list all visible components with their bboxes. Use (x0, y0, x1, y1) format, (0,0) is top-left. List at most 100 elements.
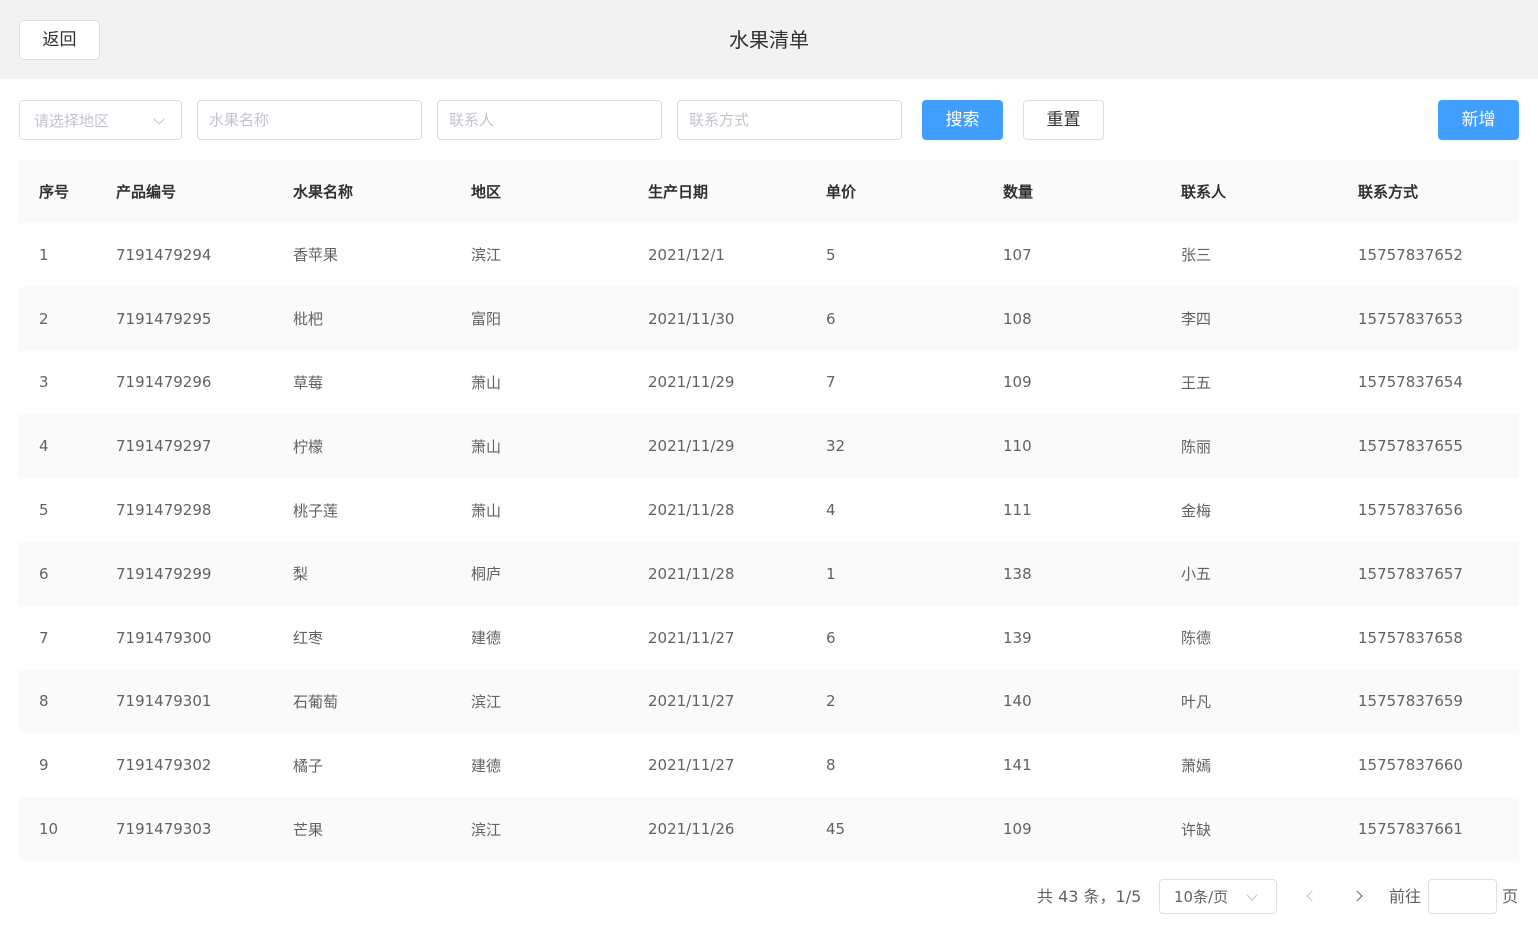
page-title: 水果清单 (729, 28, 809, 52)
cell-index: 6 (39, 564, 49, 583)
cell-quantity: 109 (1003, 820, 1032, 839)
cell-fruit-name: 芒果 (293, 820, 324, 839)
cell-region: 萧山 (471, 437, 502, 456)
cell-unit-price: 7 (826, 373, 836, 392)
cell-production-date: 2021/11/28 (648, 564, 735, 583)
table-row[interactable]: 1 7191479294 香苹果 滨江 2021/12/1 5 107 张三 1… (19, 223, 1519, 287)
cell-fruit-name: 枇杷 (293, 310, 324, 329)
cell-production-date: 2021/11/29 (648, 437, 735, 456)
cell-contact: 张三 (1181, 246, 1212, 265)
cell-region: 建德 (471, 629, 502, 648)
cell-production-date: 2021/11/30 (648, 309, 735, 328)
cell-phone: 15757837655 (1358, 437, 1463, 456)
table-row[interactable]: 2 7191479295 枇杷 富阳 2021/11/30 6 108 李四 1… (19, 286, 1519, 351)
cell-production-date: 2021/11/27 (648, 756, 735, 775)
cell-fruit-name: 柠檬 (293, 437, 324, 456)
cell-unit-price: 2 (826, 692, 836, 711)
region-select-placeholder: 请选择地区 (34, 112, 110, 130)
table-header-row: 序号 产品编号 水果名称 地区 生产日期 单价 数量 联系人 联系方式 (19, 160, 1519, 223)
table-row[interactable]: 3 7191479296 草莓 萧山 2021/11/29 7 109 王五 1… (19, 350, 1519, 415)
cell-quantity: 110 (1003, 437, 1032, 456)
cell-product-code: 7191479300 (116, 628, 212, 647)
cell-contact: 李四 (1181, 310, 1212, 329)
cell-index: 10 (39, 820, 59, 839)
cell-fruit-name: 梨 (293, 565, 309, 584)
cell-fruit-name: 石葡萄 (293, 692, 339, 711)
add-button[interactable]: 新增 (1438, 100, 1519, 140)
cell-product-code: 7191479302 (116, 756, 212, 775)
cell-fruit-name: 红枣 (293, 629, 324, 648)
cell-product-code: 7191479295 (116, 309, 212, 328)
table-row[interactable]: 8 7191479301 石葡萄 滨江 2021/11/27 2 140 叶凡 … (19, 669, 1519, 734)
cell-index: 2 (39, 309, 49, 328)
cell-contact: 金梅 (1181, 501, 1212, 520)
pagination: 共 43 条，1/5 10条/页 前往 页 (0, 879, 1538, 914)
contact-input[interactable] (437, 100, 662, 140)
cell-phone: 15757837661 (1358, 820, 1463, 839)
cell-region: 滨江 (471, 820, 502, 839)
column-header-product-code: 产品编号 (116, 183, 177, 201)
cell-fruit-name: 草莓 (293, 373, 324, 392)
cell-contact: 小五 (1181, 565, 1212, 584)
page-size-select[interactable]: 10条/页 (1159, 879, 1277, 914)
cell-index: 1 (39, 245, 49, 264)
pagination-total: 共 43 条，1/5 (1037, 887, 1142, 906)
cell-product-code: 7191479296 (116, 373, 212, 392)
goto-label: 前往 (1389, 887, 1422, 906)
cell-phone: 15757837657 (1358, 564, 1463, 583)
cell-unit-price: 6 (826, 628, 836, 647)
cell-region: 滨江 (471, 246, 502, 265)
cell-product-code: 7191479298 (116, 501, 212, 520)
cell-quantity: 141 (1003, 756, 1032, 775)
prev-page-button[interactable] (1300, 879, 1324, 914)
table-row[interactable]: 9 7191479302 橘子 建德 2021/11/27 8 141 萧嫣 1… (19, 733, 1519, 798)
cell-quantity: 107 (1003, 245, 1032, 264)
cell-index: 9 (39, 756, 49, 775)
cell-contact: 陈丽 (1181, 437, 1212, 456)
cell-product-code: 7191479303 (116, 820, 212, 839)
cell-product-code: 7191479294 (116, 245, 212, 264)
page-suffix-label: 页 (1502, 887, 1519, 906)
cell-phone: 15757837653 (1358, 309, 1463, 328)
cell-contact: 萧嫣 (1181, 756, 1212, 775)
next-page-button[interactable] (1348, 879, 1372, 914)
region-select[interactable]: 请选择地区 (19, 100, 182, 140)
cell-unit-price: 8 (826, 756, 836, 775)
cell-unit-price: 6 (826, 309, 836, 328)
cell-index: 8 (39, 692, 49, 711)
cell-region: 萧山 (471, 501, 502, 520)
fruit-name-input[interactable] (197, 100, 422, 140)
cell-quantity: 139 (1003, 628, 1032, 647)
cell-index: 7 (39, 628, 49, 647)
goto-page-input[interactable] (1428, 879, 1497, 914)
phone-input[interactable] (677, 100, 902, 140)
cell-index: 5 (39, 501, 49, 520)
cell-fruit-name: 香苹果 (293, 246, 339, 265)
cell-region: 富阳 (471, 310, 502, 329)
cell-production-date: 2021/11/27 (648, 692, 735, 711)
cell-quantity: 109 (1003, 373, 1032, 392)
back-button[interactable]: 返回 (19, 20, 100, 60)
table-row[interactable]: 5 7191479298 桃子莲 萧山 2021/11/28 4 111 金梅 … (19, 478, 1519, 542)
search-button[interactable]: 搜索 (922, 100, 1003, 140)
cell-quantity: 111 (1003, 501, 1032, 520)
column-header-region: 地区 (471, 183, 502, 201)
cell-production-date: 2021/11/28 (648, 501, 735, 520)
reset-button[interactable]: 重置 (1023, 100, 1104, 140)
cell-production-date: 2021/11/27 (648, 628, 735, 647)
column-header-contact: 联系人 (1181, 183, 1227, 201)
cell-phone: 15757837658 (1358, 628, 1463, 647)
table-row[interactable]: 10 7191479303 芒果 滨江 2021/11/26 45 109 许缺… (19, 797, 1519, 861)
chevron-left-icon (1306, 890, 1318, 902)
table-row[interactable]: 7 7191479300 红枣 建德 2021/11/27 6 139 陈德 1… (19, 605, 1519, 670)
fruit-table: 序号 产品编号 水果名称 地区 生产日期 单价 数量 联系人 联系方式 1 71… (19, 160, 1519, 861)
cell-unit-price: 5 (826, 245, 836, 264)
cell-region: 萧山 (471, 373, 502, 392)
chevron-down-icon (1246, 889, 1258, 901)
cell-phone: 15757837659 (1358, 692, 1463, 711)
cell-quantity: 108 (1003, 309, 1032, 328)
cell-quantity: 138 (1003, 564, 1032, 583)
table-row[interactable]: 4 7191479297 柠檬 萧山 2021/11/29 32 110 陈丽 … (19, 414, 1519, 479)
cell-phone: 15757837652 (1358, 245, 1463, 264)
table-row[interactable]: 6 7191479299 梨 桐庐 2021/11/28 1 138 小五 15… (19, 541, 1519, 606)
